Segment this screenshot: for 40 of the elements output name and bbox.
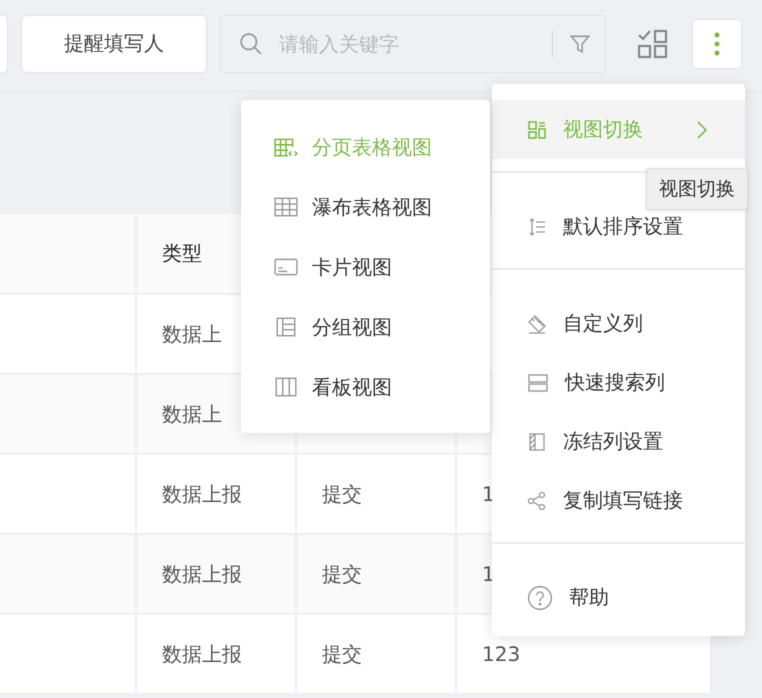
submenu-label: 卡片视图 bbox=[312, 254, 392, 280]
menu-label: 复制填写链接 bbox=[563, 487, 684, 514]
table-cell: 提交 bbox=[297, 535, 457, 615]
search-field[interactable]: 请输入关键字 bbox=[220, 14, 606, 72]
columns-icon bbox=[274, 377, 298, 397]
submenu-label: 分页表格视图 bbox=[312, 134, 432, 160]
group-icon bbox=[274, 317, 298, 337]
submenu-label: 分组视图 bbox=[312, 314, 392, 340]
filter-icon[interactable] bbox=[569, 32, 591, 54]
table-cell: 数据上报 bbox=[137, 615, 297, 695]
table-cell: 数据上报 bbox=[137, 535, 297, 615]
card-icon bbox=[274, 257, 298, 277]
menu-label: 视图切换 bbox=[563, 116, 644, 143]
menu-item[interactable]: 自定义列 bbox=[492, 294, 745, 353]
column-icon bbox=[527, 432, 547, 452]
tooltip: 视图切换 bbox=[646, 168, 748, 210]
more-button[interactable] bbox=[692, 18, 742, 68]
menu-label: 快速搜索列 bbox=[565, 369, 666, 396]
button-edge[interactable] bbox=[0, 14, 8, 72]
layout-icon[interactable] bbox=[638, 28, 668, 58]
menu-item[interactable]: 快速搜索列 bbox=[492, 353, 745, 412]
search-input[interactable]: 请输入关键字 bbox=[277, 30, 536, 56]
table-cell: 提交 bbox=[297, 615, 457, 695]
search-icon bbox=[239, 32, 263, 56]
menu-label: 默认排序设置 bbox=[563, 213, 684, 240]
grid-icon bbox=[274, 197, 298, 217]
help-icon bbox=[527, 584, 553, 610]
ruler-icon bbox=[527, 314, 547, 334]
sort-icon bbox=[527, 216, 547, 236]
menu-label: 冻结列设置 bbox=[563, 428, 664, 455]
layout-icon bbox=[527, 120, 547, 140]
more-icon bbox=[714, 32, 720, 56]
menu-label: 自定义列 bbox=[563, 310, 644, 337]
rows-icon bbox=[527, 372, 549, 392]
table-icon bbox=[274, 137, 298, 157]
submenu-label: 瀑布表格视图 bbox=[312, 194, 432, 220]
submenu-label: 看板视图 bbox=[312, 374, 392, 400]
menu-label: 帮助 bbox=[569, 584, 610, 611]
remind-button[interactable]: 提醒填写人 bbox=[21, 14, 207, 72]
share-icon bbox=[527, 490, 547, 512]
